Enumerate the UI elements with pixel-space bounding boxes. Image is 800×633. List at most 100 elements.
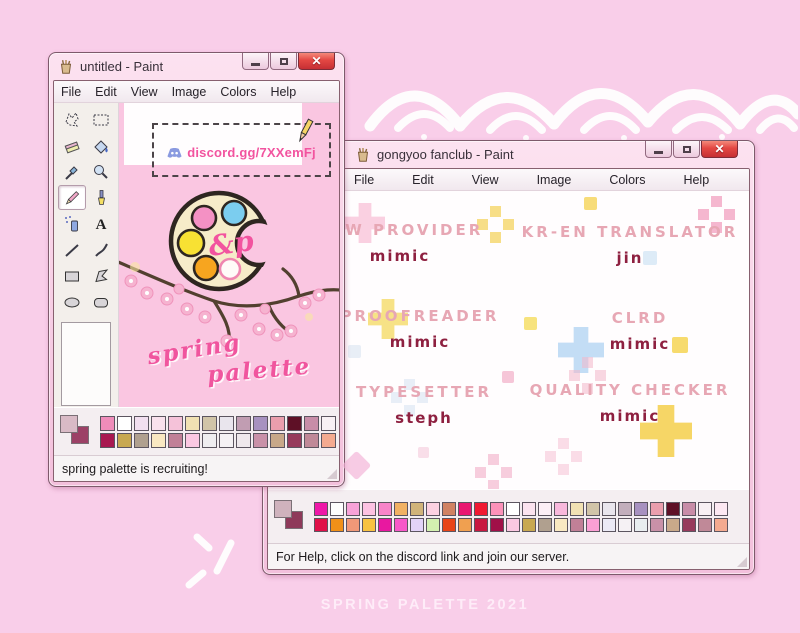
tool-select[interactable] bbox=[87, 107, 115, 132]
tool-ellipse[interactable] bbox=[58, 289, 86, 314]
color-swatch[interactable] bbox=[538, 501, 552, 516]
color-swatch[interactable] bbox=[474, 501, 488, 516]
color-swatch[interactable] bbox=[330, 501, 344, 516]
tool-brush[interactable] bbox=[87, 185, 115, 210]
color-swatch[interactable] bbox=[426, 501, 440, 516]
color-swatch[interactable] bbox=[151, 432, 166, 448]
color-swatch[interactable] bbox=[554, 501, 568, 516]
color-swatch[interactable] bbox=[270, 415, 285, 431]
color-swatch[interactable] bbox=[362, 517, 376, 532]
tool-rectangle[interactable] bbox=[58, 263, 86, 288]
color-swatch[interactable] bbox=[458, 517, 472, 532]
tool-polygon[interactable] bbox=[87, 263, 115, 288]
resize-grip[interactable] bbox=[327, 469, 337, 479]
color-swatch[interactable] bbox=[586, 501, 600, 516]
color-swatch[interactable] bbox=[394, 501, 408, 516]
tool-curve[interactable] bbox=[87, 237, 115, 262]
color-swatch[interactable] bbox=[314, 517, 328, 532]
drawing-canvas[interactable]: &p discord.gg/7XXemFj spring palette bbox=[119, 103, 339, 407]
tool-options-box[interactable] bbox=[61, 322, 111, 406]
maximize-button[interactable] bbox=[270, 53, 297, 70]
color-swatch[interactable] bbox=[442, 517, 456, 532]
color-swatch[interactable] bbox=[602, 517, 616, 532]
color-swatch[interactable] bbox=[650, 501, 664, 516]
color-swatch[interactable] bbox=[219, 415, 234, 431]
tool-free-form-select[interactable] bbox=[58, 107, 86, 132]
color-swatch[interactable] bbox=[714, 501, 728, 516]
color-swatch[interactable] bbox=[474, 517, 488, 532]
color-swatch[interactable] bbox=[346, 517, 360, 532]
color-swatch[interactable] bbox=[506, 517, 520, 532]
color-swatch[interactable] bbox=[442, 501, 456, 516]
color-swatch[interactable] bbox=[134, 432, 149, 448]
tool-pencil[interactable] bbox=[57, 185, 86, 210]
color-swatch[interactable] bbox=[618, 501, 632, 516]
color-swatch[interactable] bbox=[666, 517, 680, 532]
minimize-button[interactable] bbox=[645, 141, 672, 158]
title-bar[interactable]: untitled - Paint ✕ bbox=[53, 53, 340, 80]
color-swatch[interactable] bbox=[253, 432, 268, 448]
color-swatch[interactable] bbox=[586, 517, 600, 532]
color-swatch[interactable] bbox=[168, 432, 183, 448]
menu-help[interactable]: Help bbox=[263, 83, 303, 101]
color-swatch[interactable] bbox=[304, 415, 319, 431]
color-swatch[interactable] bbox=[682, 517, 696, 532]
tool-pick-color[interactable] bbox=[58, 159, 86, 184]
tool-rounded-rectangle[interactable] bbox=[87, 289, 115, 314]
color-swatch[interactable] bbox=[490, 501, 504, 516]
tool-text[interactable]: A bbox=[87, 211, 115, 236]
color-swatch[interactable] bbox=[602, 501, 616, 516]
menu-file[interactable]: File bbox=[352, 171, 376, 189]
tool-eraser[interactable] bbox=[58, 133, 86, 158]
color-swatch[interactable] bbox=[714, 517, 728, 532]
color-swatch[interactable] bbox=[202, 415, 217, 431]
color-indicator[interactable] bbox=[272, 498, 308, 536]
color-swatch[interactable] bbox=[287, 432, 302, 448]
color-swatch[interactable] bbox=[522, 501, 536, 516]
menu-colors[interactable]: Colors bbox=[213, 83, 263, 101]
color-swatch[interactable] bbox=[346, 501, 360, 516]
color-swatch[interactable] bbox=[426, 517, 440, 532]
color-swatch[interactable] bbox=[618, 517, 632, 532]
tool-airbrush[interactable] bbox=[58, 211, 86, 236]
color-swatch[interactable] bbox=[202, 432, 217, 448]
color-swatch[interactable] bbox=[490, 517, 504, 532]
color-swatch[interactable] bbox=[270, 432, 285, 448]
color-indicator[interactable] bbox=[58, 413, 94, 451]
color-swatch[interactable] bbox=[570, 501, 584, 516]
color-swatch[interactable] bbox=[219, 432, 234, 448]
color-swatch[interactable] bbox=[538, 517, 552, 532]
color-swatch[interactable] bbox=[100, 432, 115, 448]
color-swatch[interactable] bbox=[287, 415, 302, 431]
color-swatch[interactable] bbox=[378, 501, 392, 516]
color-swatch[interactable] bbox=[253, 415, 268, 431]
color-swatch[interactable] bbox=[117, 432, 132, 448]
menu-file[interactable]: File bbox=[54, 83, 88, 101]
color-swatch[interactable] bbox=[117, 415, 132, 431]
color-swatch[interactable] bbox=[458, 501, 472, 516]
color-swatch[interactable] bbox=[330, 517, 344, 532]
menu-view[interactable]: View bbox=[470, 171, 501, 189]
minimize-button[interactable] bbox=[242, 53, 269, 70]
resize-grip[interactable] bbox=[737, 557, 747, 567]
menu-view[interactable]: View bbox=[124, 83, 165, 101]
color-swatch[interactable] bbox=[554, 517, 568, 532]
color-swatch[interactable] bbox=[236, 432, 251, 448]
color-swatch[interactable] bbox=[314, 501, 328, 516]
menu-image[interactable]: Image bbox=[165, 83, 214, 101]
color-swatch[interactable] bbox=[410, 517, 424, 532]
color-swatch[interactable] bbox=[378, 517, 392, 532]
color-swatch[interactable] bbox=[362, 501, 376, 516]
color-swatch[interactable] bbox=[168, 415, 183, 431]
menu-image[interactable]: Image bbox=[535, 171, 574, 189]
menu-help[interactable]: Help bbox=[681, 171, 711, 189]
color-swatch[interactable] bbox=[394, 517, 408, 532]
tool-magnifier[interactable] bbox=[87, 159, 115, 184]
color-swatch[interactable] bbox=[134, 415, 149, 431]
color-swatch[interactable] bbox=[151, 415, 166, 431]
color-swatch[interactable] bbox=[321, 415, 336, 431]
color-swatch[interactable] bbox=[634, 517, 648, 532]
color-swatch[interactable] bbox=[634, 501, 648, 516]
menu-colors[interactable]: Colors bbox=[607, 171, 647, 189]
color-swatch[interactable] bbox=[570, 517, 584, 532]
